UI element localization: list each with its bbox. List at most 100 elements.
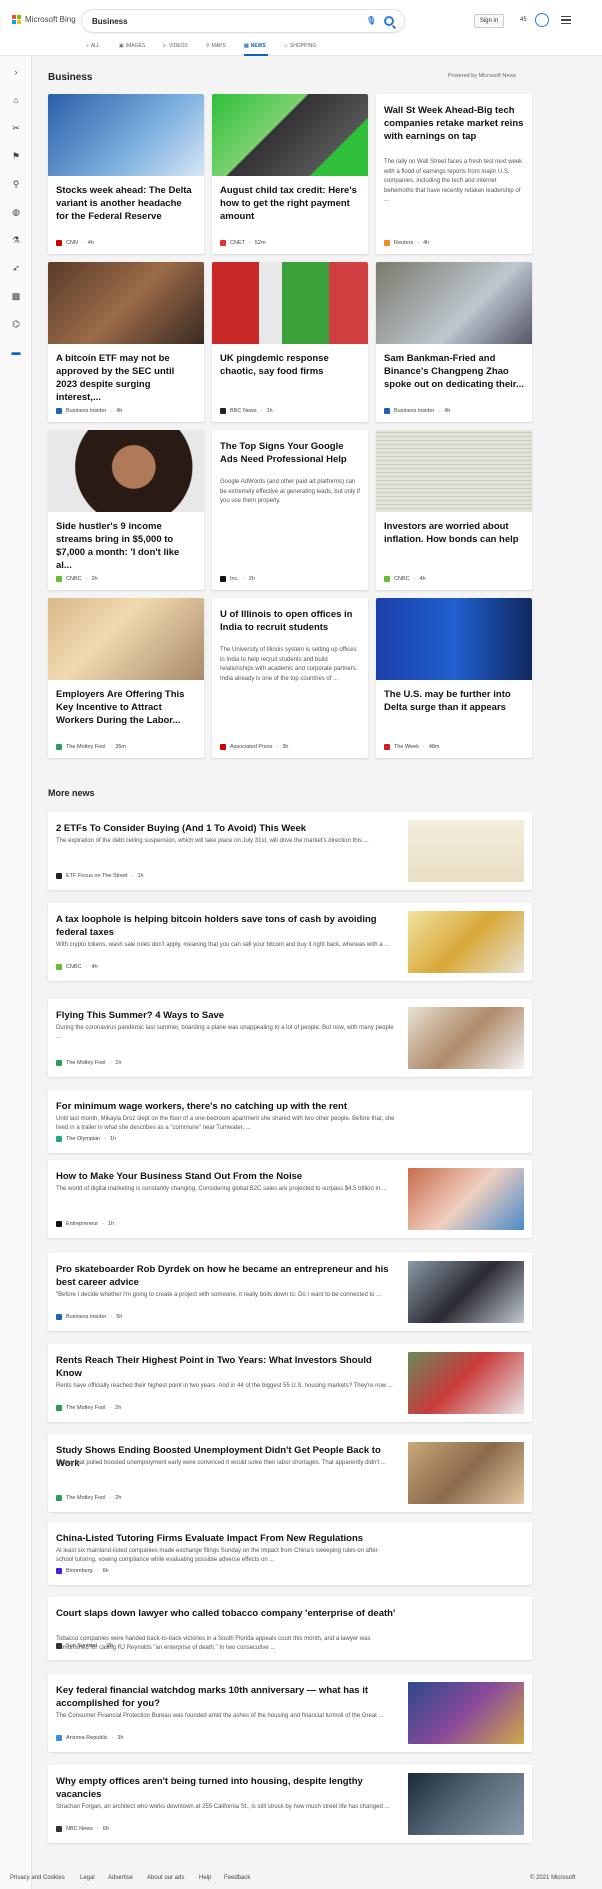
- card-age: 4h: [419, 576, 426, 582]
- card-age: 35m: [115, 744, 126, 750]
- card-title[interactable]: Employers Are Offering This Key Incentiv…: [56, 688, 196, 727]
- card-title[interactable]: Sam Bankman-Fried and Binance's Changpen…: [384, 352, 524, 391]
- list-item-title[interactable]: For minimum wage workers, there's no cat…: [56, 1100, 396, 1113]
- list-item-thumbnail: [408, 1682, 524, 1744]
- card-source: BBC News · 1h: [220, 408, 273, 414]
- news-card[interactable]: Employers Are Offering This Key Incentiv…: [48, 598, 204, 758]
- tab-shopping[interactable]: ◇ SHOPPING: [284, 43, 316, 49]
- flag-icon[interactable]: ⚑: [10, 150, 22, 162]
- list-item-title[interactable]: How to Make Your Business Stand Out From…: [56, 1170, 396, 1183]
- news-list-item[interactable]: 2 ETFs To Consider Buying (And 1 To Avoi…: [48, 812, 532, 890]
- about-ads-link[interactable]: About our ads: [147, 1875, 184, 1881]
- rewards-points[interactable]: 45: [520, 17, 527, 23]
- bing-logo[interactable]: Microsoft Bing: [12, 15, 76, 24]
- card-title[interactable]: The U.S. may be further into Delta surge…: [384, 688, 524, 714]
- card-title[interactable]: The Top Signs Your Google Ads Need Profe…: [220, 440, 360, 466]
- expand-chevron-icon[interactable]: ›: [10, 66, 22, 78]
- list-item-snippet: At least six mainland-listed companies m…: [56, 1548, 380, 1563]
- card-title[interactable]: A bitcoin ETF may not be approved by the…: [56, 352, 196, 404]
- list-item-source: CNBC · 4h: [56, 964, 98, 970]
- location-icon[interactable]: ⚲: [10, 178, 22, 190]
- news-card[interactable]: Sam Bankman-Fried and Binance's Changpen…: [376, 262, 532, 422]
- list-item-title[interactable]: 2 ETFs To Consider Buying (And 1 To Avoi…: [56, 822, 396, 835]
- news-list-item[interactable]: A tax loophole is helping bitcoin holder…: [48, 903, 532, 981]
- list-item-title[interactable]: Flying This Summer? 4 Ways to Save: [56, 1009, 396, 1022]
- tab-all[interactable]: ⌕ ALL: [86, 43, 100, 49]
- news-list-item[interactable]: Rents Reach Their Highest Point in Two Y…: [48, 1344, 532, 1422]
- list-item-title[interactable]: Rents Reach Their Highest Point in Two Y…: [56, 1354, 396, 1380]
- privacy-link[interactable]: Privacy and Cookies: [10, 1875, 65, 1881]
- globe-icon[interactable]: ◍: [10, 206, 22, 218]
- rocket-icon[interactable]: ➶: [10, 262, 22, 274]
- legal-link[interactable]: Legal: [80, 1875, 95, 1881]
- news-card[interactable]: Investors are worried about inflation. H…: [376, 430, 532, 590]
- politics-icon[interactable]: ⌬: [10, 318, 22, 330]
- news-card[interactable]: Wall St Week Ahead-Big tech companies re…: [376, 94, 532, 254]
- image-icon: ▣: [119, 43, 124, 49]
- list-item-snippet: The expiration of the debt ceiling suspe…: [56, 838, 369, 844]
- help-link[interactable]: Help: [199, 1875, 211, 1881]
- news-icon: ▤: [244, 43, 249, 49]
- tab-news[interactable]: ▤ NEWS: [244, 43, 266, 49]
- news-card[interactable]: A bitcoin ETF may not be approved by the…: [48, 262, 204, 422]
- news-card[interactable]: Stocks week ahead: The Delta variant is …: [48, 94, 204, 254]
- list-item-title[interactable]: China-Listed Tutoring Firms Evaluate Imp…: [56, 1532, 396, 1545]
- source-name: Business Insider: [394, 408, 435, 414]
- card-title[interactable]: Investors are worried about inflation. H…: [384, 520, 524, 546]
- science-icon[interactable]: ⚗: [10, 234, 22, 246]
- source-name: CNBC: [66, 964, 82, 970]
- list-item-age: 2h: [107, 1643, 114, 1649]
- hamburger-menu-icon[interactable]: [561, 16, 571, 24]
- tab-videos[interactable]: ▷ VIDEOS: [163, 43, 188, 49]
- home-icon[interactable]: ⌂: [10, 94, 22, 106]
- card-image: [212, 94, 368, 176]
- card-title[interactable]: Side hustler's 9 income streams bring in…: [56, 520, 196, 572]
- news-card[interactable]: The Top Signs Your Google Ads Need Profe…: [212, 430, 368, 590]
- news-card[interactable]: U of Illinois to open offices in India t…: [212, 598, 368, 758]
- business-icon[interactable]: ▬: [10, 346, 22, 358]
- news-list-item[interactable]: Pro skateboarder Rob Dyrdek on how he be…: [48, 1253, 532, 1331]
- tab-images[interactable]: ▣ IMAGES: [119, 43, 145, 49]
- news-list-item[interactable]: Flying This Summer? 4 Ways to Save During…: [48, 999, 532, 1077]
- card-title[interactable]: UK pingdemic response chaotic, say food …: [220, 352, 360, 378]
- list-item-title[interactable]: A tax loophole is helping bitcoin holder…: [56, 913, 396, 939]
- card-title[interactable]: August child tax credit: Here's how to g…: [220, 184, 360, 223]
- sign-in-button[interactable]: Sign in: [474, 14, 504, 28]
- news-list-item[interactable]: How to Make Your Business Stand Out From…: [48, 1160, 532, 1238]
- list-item-title[interactable]: Why empty offices aren't being turned in…: [56, 1775, 396, 1801]
- news-card[interactable]: August child tax credit: Here's how to g…: [212, 94, 368, 254]
- card-title[interactable]: U of Illinois to open offices in India t…: [220, 608, 360, 634]
- card-title[interactable]: Wall St Week Ahead-Big tech companies re…: [384, 104, 524, 143]
- list-item-source: Entrepreneur · 1h: [56, 1221, 114, 1227]
- news-list-item[interactable]: Court slaps down lawyer who called tobac…: [48, 1597, 532, 1660]
- news-list-item[interactable]: China-Listed Tutoring Firms Evaluate Imp…: [48, 1522, 532, 1585]
- news-card[interactable]: Side hustler's 9 income streams bring in…: [48, 430, 204, 590]
- news-list-item[interactable]: For minimum wage workers, there's no cat…: [48, 1090, 532, 1153]
- list-item-source: Bloomberg · 6h: [56, 1568, 109, 1574]
- list-item-title[interactable]: Court slaps down lawyer who called tobac…: [56, 1607, 396, 1620]
- search-box[interactable]: Business 🎙: [82, 10, 404, 32]
- list-item-title[interactable]: Key federal financial watchdog marks 10t…: [56, 1684, 396, 1710]
- search-icon[interactable]: [384, 16, 394, 26]
- card-title[interactable]: Stocks week ahead: The Delta variant is …: [56, 184, 196, 223]
- news-list-item[interactable]: Study Shows Ending Boosted Unemployment …: [48, 1434, 532, 1512]
- news-card[interactable]: The U.S. may be further into Delta surge…: [376, 598, 532, 758]
- scissors-icon[interactable]: ✂: [10, 122, 22, 134]
- source-logo-icon: [56, 1060, 62, 1066]
- rewards-icon[interactable]: [535, 13, 549, 27]
- feedback-link[interactable]: Feedback: [224, 1875, 250, 1881]
- entertainment-icon[interactable]: ▩: [10, 290, 22, 302]
- news-list-item[interactable]: Why empty offices aren't being turned in…: [48, 1765, 532, 1843]
- list-item-title[interactable]: Pro skateboarder Rob Dyrdek on how he be…: [56, 1263, 396, 1289]
- news-list-item[interactable]: Key federal financial watchdog marks 10t…: [48, 1674, 532, 1752]
- microphone-icon[interactable]: 🎙: [366, 16, 376, 26]
- advertise-link[interactable]: Advertise: [108, 1875, 133, 1881]
- card-image: [48, 430, 204, 512]
- powered-by[interactable]: Powered by Microsoft News: [448, 73, 516, 79]
- news-card[interactable]: UK pingdemic response chaotic, say food …: [212, 262, 368, 422]
- search-input[interactable]: Business: [92, 17, 366, 26]
- tab-shopping-label: SHOPPING: [289, 43, 317, 49]
- tab-maps[interactable]: ⚲ MAPS: [206, 43, 226, 49]
- list-item-thumbnail: [408, 1168, 524, 1230]
- cnbc-logo-icon: [384, 576, 390, 582]
